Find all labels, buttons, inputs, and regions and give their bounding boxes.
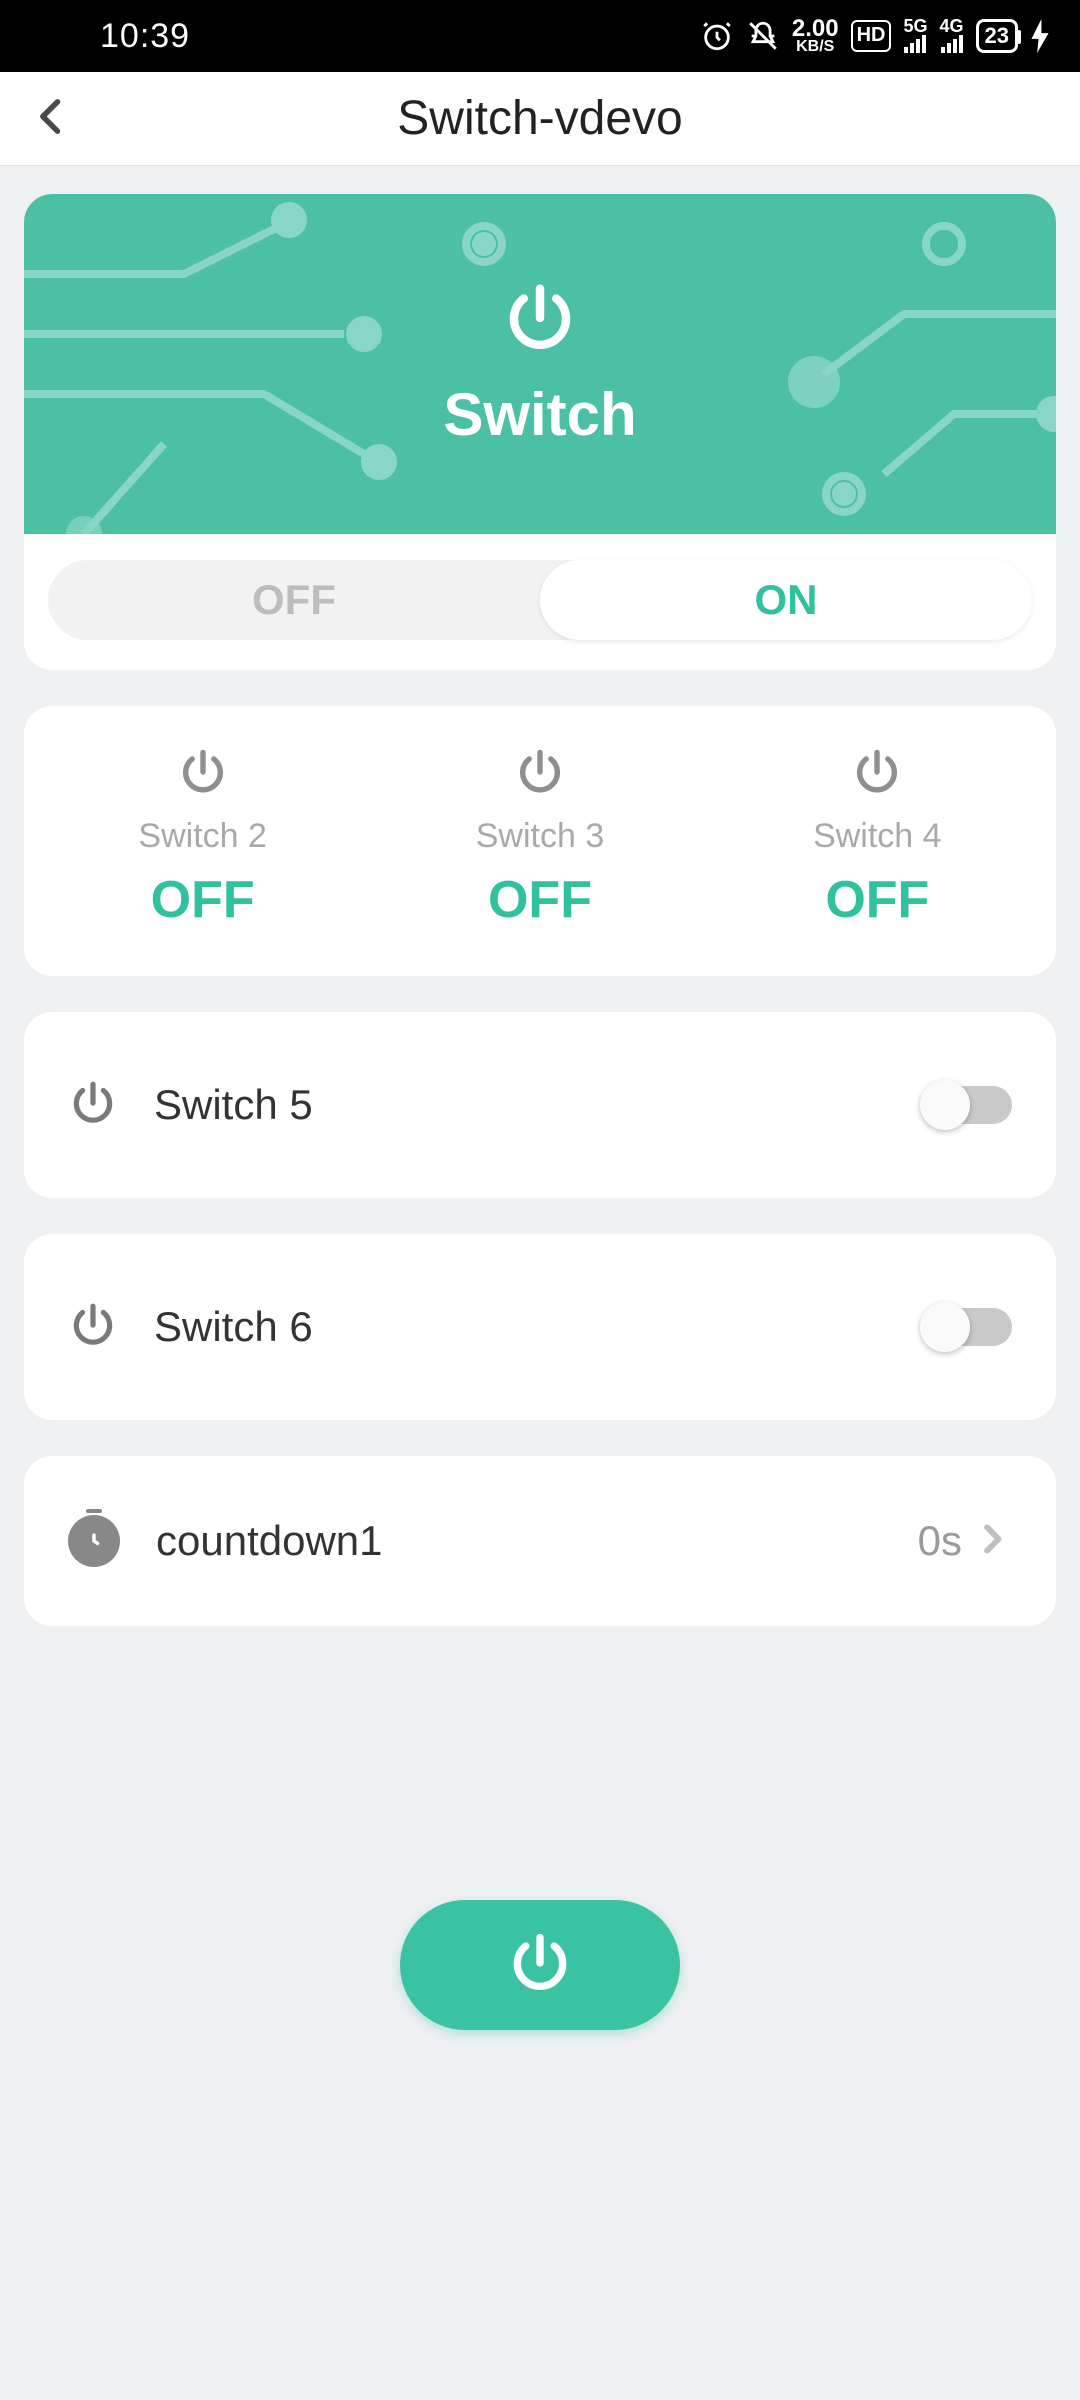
signal-4g: 4G [940,19,964,53]
master-power-button[interactable] [400,1900,680,2030]
switch-2-label: Switch 2 [138,817,267,856]
segment-off[interactable]: OFF [48,560,540,640]
switch-4-label: Switch 4 [813,817,942,856]
countdown-label: countdown1 [156,1517,383,1565]
content-area: Switch OFF ON Switch 2 OFF Switch 3 OFF … [0,166,1080,2400]
page-title: Switch-vdevo [397,91,682,146]
chevron-left-icon [30,94,74,138]
switch-6-row: Switch 6 [24,1234,1056,1420]
countdown-row[interactable]: countdown1 0s [24,1456,1056,1626]
switch-2-button[interactable]: Switch 2 OFF [138,746,267,930]
power-icon [851,746,903,803]
title-bar: Switch-vdevo [0,72,1080,166]
switch-grid-card: Switch 2 OFF Switch 3 OFF Switch 4 OFF [24,706,1056,976]
switch-5-row: Switch 5 [24,1012,1056,1198]
battery-indicator: 23 [976,19,1018,53]
circuit-decoration-icon [24,194,1056,534]
main-switch-card: Switch OFF ON [24,194,1056,670]
switch-3-state: OFF [488,870,592,930]
switch-4-state: OFF [825,870,929,930]
switch-3-label: Switch 3 [476,817,605,856]
power-icon [506,1929,574,2002]
mute-icon [746,19,780,53]
signal-5g: 5G [903,19,927,53]
main-switch-hero[interactable]: Switch [24,194,1056,534]
power-icon [514,746,566,803]
power-icon [68,1300,118,1355]
switch-5-toggle[interactable] [924,1086,1012,1124]
network-rate: 2.00 KB/S [792,18,839,54]
alarm-icon [700,19,734,53]
countdown-value: 0s [918,1517,962,1565]
switch-4-button[interactable]: Switch 4 OFF [813,746,942,930]
switch-6-toggle[interactable] [924,1308,1012,1346]
switch-5-label: Switch 5 [154,1081,313,1129]
switch-2-state: OFF [151,870,255,930]
switch-3-button[interactable]: Switch 3 OFF [476,746,605,930]
back-button[interactable] [30,94,74,143]
power-icon [68,1078,118,1133]
status-time: 10:39 [100,17,190,56]
hd-badge: HD [851,20,892,52]
status-icons: 2.00 KB/S HD 5G 4G 23 [700,18,1050,54]
timer-icon [68,1515,120,1567]
status-bar: 10:39 2.00 KB/S HD 5G 4G 23 [0,0,1080,72]
charging-icon [1030,19,1050,53]
power-icon [177,746,229,803]
segment-on[interactable]: ON [540,560,1032,640]
chevron-right-icon [972,1519,1012,1564]
main-switch-segmented: OFF ON [48,560,1032,640]
switch-6-label: Switch 6 [154,1303,313,1351]
